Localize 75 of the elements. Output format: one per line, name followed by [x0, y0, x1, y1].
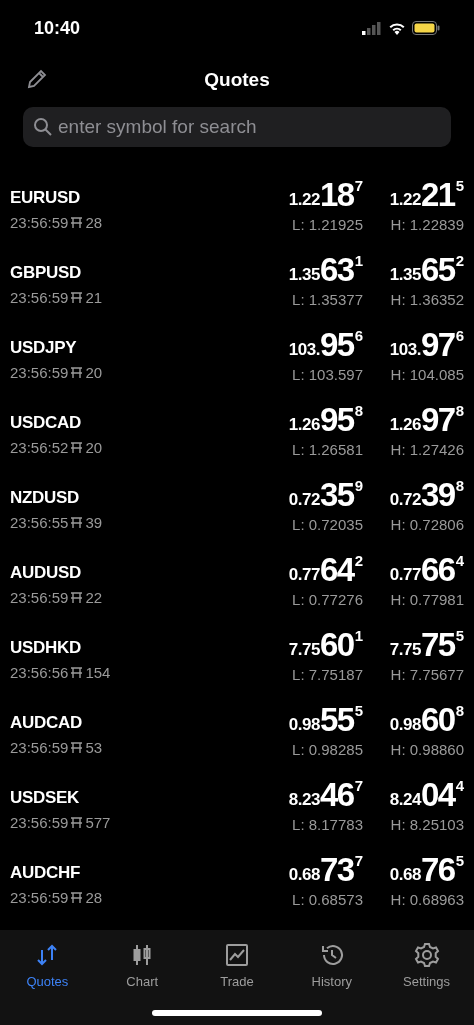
- high-price: H: 0.98860: [390, 741, 464, 758]
- tab-bar-item[interactable]: Chart: [94, 942, 190, 989]
- symbol-name[interactable]: USDSEK: [10, 788, 262, 808]
- spread-value: 39: [85, 514, 103, 531]
- tab-bar-item[interactable]: Quotes: [0, 942, 95, 989]
- spread-value: 22: [85, 589, 103, 606]
- spread-icon: [70, 516, 84, 529]
- spread-icon: [70, 741, 84, 754]
- line-chart-icon: [224, 942, 250, 968]
- high-price: H: 0.77981: [390, 591, 464, 608]
- high-price: H: 7.75677: [390, 666, 464, 683]
- high-price: H: 0.72806: [390, 516, 464, 533]
- symbol-name[interactable]: EURUSD: [10, 188, 262, 208]
- tab-bar-item[interactable]: Trade: [189, 942, 285, 989]
- low-price: L: 1.26581: [292, 441, 363, 458]
- high-price: H: 104.085: [390, 366, 464, 383]
- pencil-icon[interactable]: [26, 68, 48, 90]
- spread-icon: [70, 891, 84, 904]
- search-field[interactable]: enter symbol for search: [23, 107, 451, 147]
- spread-value: 20: [85, 439, 103, 456]
- quote-time: 23:56:59: [10, 889, 69, 906]
- high-price: H: 1.36352: [390, 291, 464, 308]
- high-price: H: 1.27426: [390, 441, 464, 458]
- screen-title: Quotes: [204, 69, 270, 91]
- low-price: L: 0.77276: [292, 591, 363, 608]
- symbol-name[interactable]: AUDCAD: [10, 713, 262, 733]
- search-icon: [33, 117, 53, 137]
- spread-icon: [70, 666, 84, 679]
- quote-time: 23:56:56: [10, 664, 69, 681]
- high-price: H: 0.68963: [390, 891, 464, 908]
- high-price: H: 8.25103: [390, 816, 464, 833]
- low-price: L: 103.597: [292, 366, 363, 383]
- quote-time: 23:56:59: [10, 289, 69, 306]
- quote-time: 23:56:59: [10, 214, 69, 231]
- spread-icon: [70, 816, 84, 829]
- wifi-icon: [388, 21, 406, 35]
- symbol-name[interactable]: AUDCHF: [10, 863, 262, 883]
- tab-bar-item[interactable]: History: [284, 942, 380, 989]
- spread-icon: [70, 216, 84, 229]
- quote-time: 23:56:59: [10, 589, 69, 606]
- spread-icon: [70, 366, 84, 379]
- spread-value: 20: [85, 364, 103, 381]
- spread-value: 154: [85, 664, 111, 681]
- settings-icon: [413, 942, 440, 968]
- battery-icon: [412, 21, 440, 35]
- spread-icon: [70, 441, 84, 454]
- quote-time: 23:56:59: [10, 364, 69, 381]
- quote-time: 23:56:59: [10, 739, 69, 756]
- low-price: L: 7.75187: [292, 666, 363, 683]
- low-price: L: 1.35377: [292, 291, 363, 308]
- low-price: L: 8.17783: [292, 816, 363, 833]
- spread-icon: [70, 591, 84, 604]
- symbol-name[interactable]: NZDUSD: [10, 488, 262, 508]
- spread-value: 577: [85, 814, 111, 831]
- spread-value: 28: [85, 214, 103, 231]
- spread-value: 21: [85, 289, 103, 306]
- low-price: L: 1.21925: [292, 216, 363, 233]
- symbol-name[interactable]: USDHKD: [10, 638, 262, 658]
- status-time: 10:40: [34, 17, 81, 39]
- symbol-name[interactable]: AUDUSD: [10, 563, 262, 583]
- quote-time: 23:56:55: [10, 514, 69, 531]
- symbol-name[interactable]: USDJPY: [10, 338, 262, 358]
- spread-value: 53: [85, 739, 103, 756]
- low-price: L: 0.72035: [292, 516, 363, 533]
- quote-time: 23:56:52: [10, 439, 69, 456]
- low-price: L: 0.98285: [292, 741, 363, 758]
- spread-value: 28: [85, 889, 103, 906]
- tab-bar-item[interactable]: Settings: [379, 942, 474, 989]
- high-price: H: 1.22839: [390, 216, 464, 233]
- low-price: L: 0.68573: [292, 891, 363, 908]
- symbol-name[interactable]: GBPUSD: [10, 263, 262, 283]
- signal-icon: [362, 21, 382, 35]
- quote-time: 23:56:59: [10, 814, 69, 831]
- spread-icon: [70, 291, 84, 304]
- symbol-name[interactable]: USDCAD: [10, 413, 262, 433]
